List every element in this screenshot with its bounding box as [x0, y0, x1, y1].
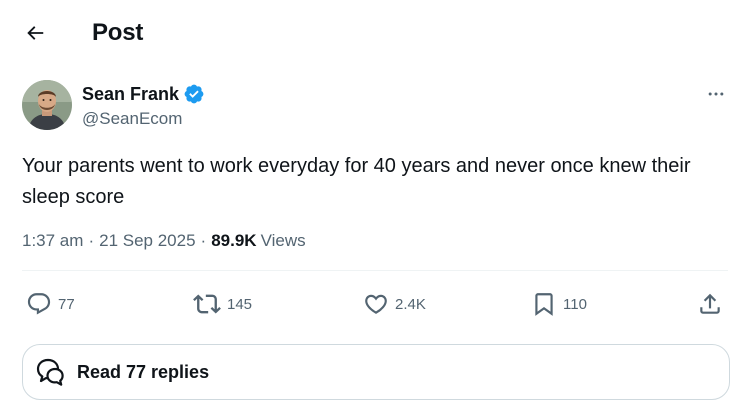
read-replies-label: Read 77 replies: [77, 361, 210, 382]
repost-count: 145: [227, 295, 253, 313]
back-arrow-icon: [27, 26, 44, 40]
verified-badge-icon: [183, 83, 205, 105]
post-date[interactable]: 21 Sep 2025: [99, 231, 195, 251]
post-text: Your parents went to work everyday for 4…: [22, 155, 691, 208]
back-button[interactable]: [18, 16, 52, 50]
separator-dot: ·: [200, 231, 207, 250]
author-handle[interactable]: @SeanEcom: [82, 109, 182, 129]
share-button[interactable]: [697, 289, 723, 319]
post-time[interactable]: 1:37 am: [22, 231, 83, 251]
author-name-row: Sean Frank: [82, 83, 205, 105]
speech-bubbles-icon: [36, 358, 64, 386]
views-label: Views: [260, 231, 306, 250]
avatar[interactable]: [22, 80, 72, 130]
like-count: 2.4K: [395, 295, 426, 313]
share-icon: [700, 293, 720, 314]
avatar-image: [22, 80, 72, 130]
reply-count: 77: [58, 295, 75, 313]
more-button[interactable]: [700, 80, 732, 108]
read-replies-button[interactable]: Read 77 replies: [22, 344, 730, 400]
more-icon: [708, 92, 724, 96]
post-header: Post: [0, 0, 750, 66]
reply-button[interactable]: 77: [26, 289, 75, 319]
separator-dot: ·: [88, 231, 95, 250]
divider: [22, 270, 728, 271]
bookmark-button[interactable]: 110: [531, 289, 587, 319]
repost-icon: [193, 294, 221, 314]
views-count: 89.9K: [211, 231, 257, 250]
post-meta: 1:37 am · 21 Sep 2025 · 89.9K Views: [22, 231, 306, 251]
bookmark-icon: [535, 293, 553, 316]
page-title: Post: [92, 19, 144, 46]
like-button[interactable]: 2.4K: [363, 289, 426, 319]
like-icon: [365, 294, 387, 314]
reply-icon: [27, 293, 51, 315]
bookmark-count: 110: [563, 295, 587, 313]
repost-button[interactable]: 145: [193, 289, 252, 319]
author-name[interactable]: Sean Frank: [82, 84, 179, 105]
